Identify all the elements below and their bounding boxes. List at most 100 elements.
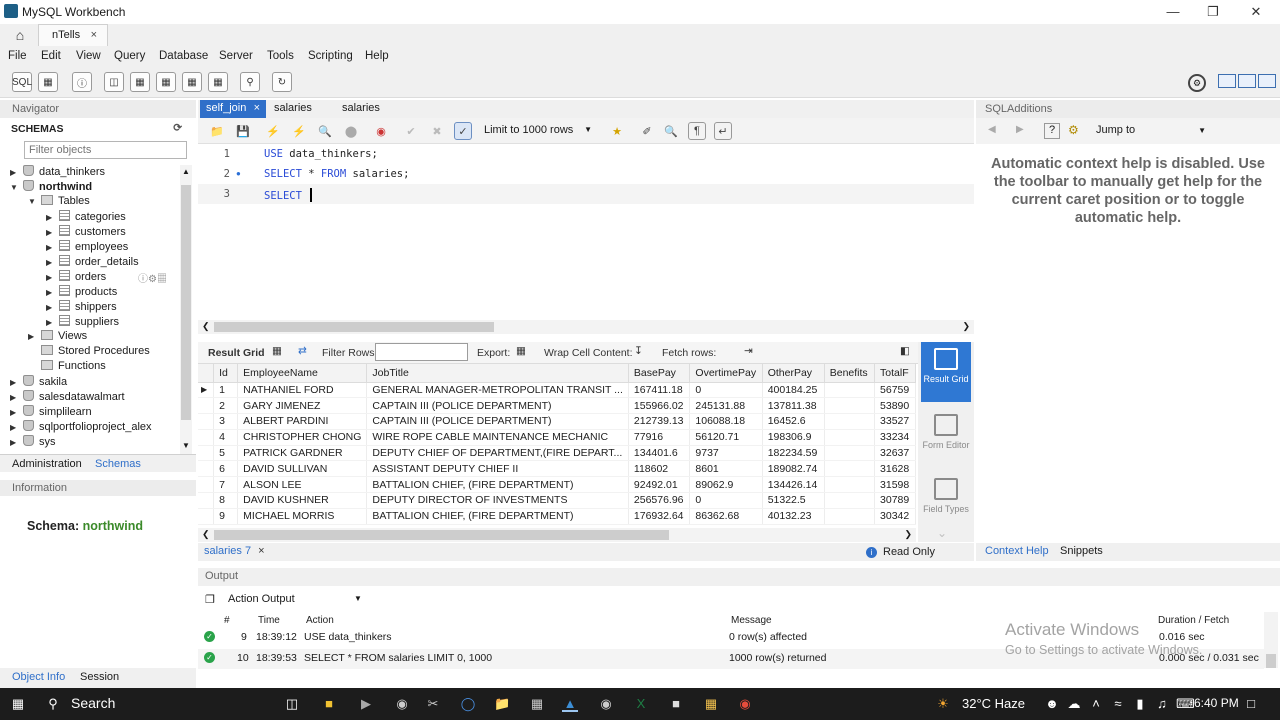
row-marker[interactable]: [198, 460, 215, 478]
table-cell[interactable]: 4: [213, 429, 239, 446]
close-tab-icon[interactable]: ×: [254, 102, 260, 114]
table-cell[interactable]: 30789: [874, 492, 916, 509]
table-cell[interactable]: 134401.6: [628, 445, 691, 462]
expand-arrow-icon[interactable]: ▶: [10, 438, 20, 447]
find-icon[interactable]: 🔍: [662, 122, 680, 140]
navigator-scrollbar[interactable]: ▲ ▼: [180, 165, 192, 455]
table-cell[interactable]: 9737: [689, 445, 763, 462]
expand-arrow-icon[interactable]: ▶: [46, 318, 56, 327]
table-cell[interactable]: 40132.23: [762, 508, 825, 525]
save-icon[interactable]: 💾: [234, 122, 252, 140]
expand-arrow-icon[interactable]: ▶: [10, 168, 20, 177]
filter-rows-input[interactable]: [375, 343, 468, 361]
media-player-icon[interactable]: ▶: [358, 696, 374, 712]
weather-icon[interactable]: ☀: [935, 696, 951, 712]
side-panel-scroll-down-icon[interactable]: ⌄: [937, 526, 947, 540]
output-mode-select[interactable]: Action Output ▼: [228, 593, 362, 605]
tree-item-tables[interactable]: ▼ Tables: [28, 195, 90, 210]
excel-icon[interactable]: X: [633, 696, 649, 712]
row-marker[interactable]: [198, 476, 215, 494]
table-cell[interactable]: 33527: [874, 413, 916, 430]
tree-item-northwind[interactable]: ▼ northwind: [10, 180, 92, 195]
camera-icon[interactable]: ◉: [394, 696, 410, 712]
rollback-icon[interactable]: ✖: [428, 122, 446, 140]
table-row[interactable]: 6 DAVID SULLIVAN ASSISTANT DEPUTY CHIEF II…: [198, 460, 916, 478]
table-cell[interactable]: 256576.96: [628, 492, 691, 509]
row-marker[interactable]: [198, 413, 215, 430]
copy-output-icon[interactable]: ❐: [205, 593, 215, 606]
table-cell[interactable]: DEPUTY DIRECTOR OF INVESTMENTS: [366, 492, 629, 509]
table-cell[interactable]: GENERAL MANAGER-METROPOLITAN TRANSIT ...: [366, 382, 629, 399]
wrap-cell-icon[interactable]: ↧: [634, 345, 643, 357]
table-cell[interactable]: CAPTAIN III (POLICE DEPARTMENT): [366, 397, 629, 415]
tab-administration[interactable]: Administration: [12, 458, 82, 470]
volume-icon[interactable]: ♫: [1154, 696, 1170, 712]
table-cell[interactable]: 7: [213, 476, 239, 494]
tree-item-table-orders[interactable]: ▶ orders ⓘ⚙▦: [46, 270, 167, 285]
table-row[interactable]: 9 MICHAEL MORRIS BATTALION CHIEF, (FIRE DE…: [198, 508, 916, 525]
current-row-marker-icon[interactable]: ▶: [198, 382, 215, 399]
table-cell[interactable]: 30342: [874, 508, 916, 525]
tab-salaries[interactable]: salaries: [336, 100, 386, 118]
table-cell[interactable]: [824, 397, 876, 415]
table-cell[interactable]: WIRE ROPE CABLE MAINTENANCE MECHANIC: [366, 429, 629, 446]
inspector-icon[interactable]: ⓘ: [72, 72, 92, 92]
scroll-left-icon[interactable]: ❮: [202, 529, 210, 540]
tab-object-info[interactable]: Object Info: [12, 671, 65, 683]
table-cell[interactable]: 106088.18: [689, 413, 763, 430]
table-cell[interactable]: 8: [213, 492, 239, 509]
table-cell[interactable]: 2: [213, 397, 239, 415]
table-cell[interactable]: CAPTAIN III (POLICE DEPARTMENT): [366, 413, 629, 430]
tree-item-views[interactable]: ▶ Views: [28, 330, 87, 345]
refresh-schemas-icon[interactable]: ⟳: [173, 122, 182, 134]
tab-snippets[interactable]: Snippets: [1060, 545, 1103, 557]
table-cell[interactable]: 0: [689, 492, 763, 509]
people-icon[interactable]: ☻: [1044, 696, 1060, 712]
table-cell[interactable]: 245131.88: [689, 397, 763, 415]
windows-start-icon[interactable]: ▦: [10, 696, 26, 712]
scroll-right-icon[interactable]: ❯: [962, 321, 970, 332]
snipping-tool-icon[interactable]: ✂: [425, 696, 441, 712]
tree-item-table[interactable]: ▶ suppliers: [46, 315, 119, 330]
tree-item-table[interactable]: ▶ customers: [46, 225, 126, 240]
explain-icon[interactable]: 🔍: [316, 122, 334, 140]
scroll-up-icon[interactable]: ▲: [182, 167, 190, 176]
tab-session[interactable]: Session: [80, 671, 119, 683]
toggle-sidebar-icon[interactable]: [1218, 74, 1236, 88]
tab-self-join[interactable]: self_join ×: [200, 100, 266, 118]
form-editor-button[interactable]: Form Editor: [921, 408, 971, 468]
scrollbar-thumb[interactable]: [214, 530, 669, 540]
table-cell[interactable]: DEPUTY CHIEF OF DEPARTMENT,(FIRE DEPART.…: [366, 445, 629, 462]
expand-arrow-icon[interactable]: ▶: [46, 213, 56, 222]
tab-context-help[interactable]: Context Help: [985, 545, 1049, 557]
table-cell[interactable]: [824, 429, 876, 446]
keyboard-icon[interactable]: ⌨: [1176, 696, 1195, 712]
expand-arrow-icon[interactable]: ▶: [10, 423, 20, 432]
table-cell[interactable]: [824, 460, 876, 478]
create-function-icon[interactable]: ▦: [208, 72, 228, 92]
row-marker[interactable]: [198, 445, 215, 462]
scrollbar-thumb[interactable]: [214, 322, 494, 332]
grid-view-icon[interactable]: ▦: [272, 345, 282, 357]
expand-arrow-icon[interactable]: ▶: [46, 273, 56, 282]
menu-scripting[interactable]: Scripting: [308, 50, 353, 62]
scrollbar-thumb[interactable]: [1266, 654, 1276, 668]
home-icon[interactable]: ⌂: [10, 26, 30, 44]
table-cell[interactable]: GARY JIMENEZ: [237, 397, 368, 415]
expand-arrow-icon[interactable]: ▶: [10, 408, 20, 417]
column-header[interactable]: EmployeeName: [237, 364, 368, 383]
expand-arrow-icon[interactable]: ▶: [46, 288, 56, 297]
table-cell[interactable]: NATHANIEL FORD: [237, 382, 368, 399]
table-cell[interactable]: 53890: [874, 397, 916, 415]
search-icon[interactable]: ⚲: [45, 696, 61, 712]
column-header[interactable]: OtherPay: [762, 364, 825, 383]
weather-label[interactable]: 32°C Haze: [962, 696, 1025, 711]
open-file-icon[interactable]: 📁: [208, 122, 226, 140]
battery-icon[interactable]: ▮: [1132, 696, 1148, 712]
limit-rows-select[interactable]: Limit to 1000 rows ▼: [484, 122, 596, 140]
menu-file[interactable]: File: [8, 50, 27, 62]
table-cell[interactable]: 51322.5: [762, 492, 825, 509]
table-cell[interactable]: 56120.71: [689, 429, 763, 446]
table-cell[interactable]: 9: [213, 508, 239, 525]
row-marker[interactable]: [198, 492, 215, 509]
